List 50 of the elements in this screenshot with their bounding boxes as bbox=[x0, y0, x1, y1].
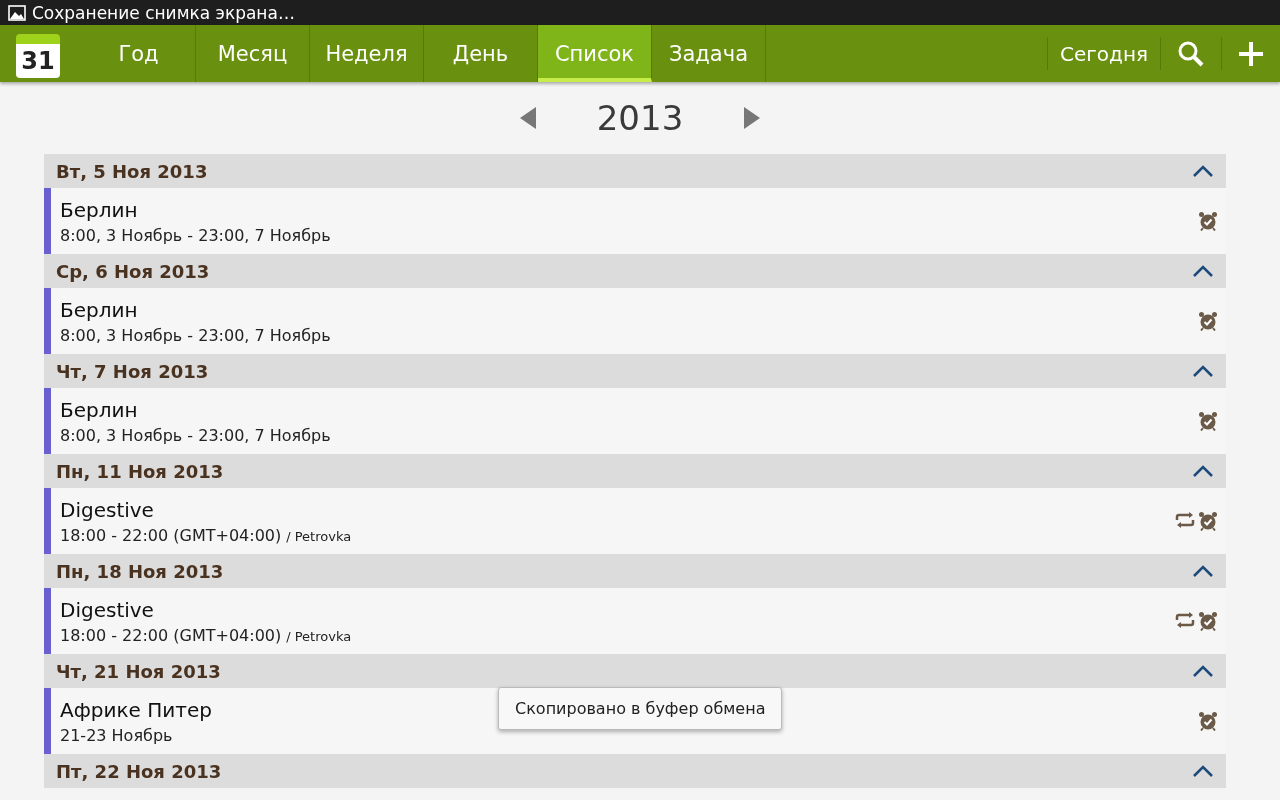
collapse-caret-icon[interactable] bbox=[1192, 564, 1214, 578]
date-header[interactable]: Чт, 7 Ноя 2013 bbox=[44, 354, 1226, 388]
previous-arrow-icon[interactable] bbox=[518, 106, 537, 130]
calendar-app-icon[interactable]: 31 bbox=[16, 34, 60, 78]
repeat-icon bbox=[1174, 511, 1196, 529]
collapse-caret-icon[interactable] bbox=[1192, 164, 1214, 178]
collapse-caret-icon[interactable] bbox=[1192, 264, 1214, 278]
alarm-clock-icon bbox=[1198, 311, 1218, 331]
date-header[interactable]: Ср, 6 Ноя 2013 bbox=[44, 254, 1226, 288]
alarm-clock-icon bbox=[1198, 511, 1218, 531]
event-time: 8:00, 3 Ноябрь - 23:00, 7 Ноябрь bbox=[60, 425, 331, 445]
date-header[interactable]: Пт, 22 Ноя 2013 bbox=[44, 754, 1226, 788]
image-icon bbox=[8, 4, 26, 21]
collapse-caret-icon[interactable] bbox=[1192, 364, 1214, 378]
view-tab[interactable]: Месяц bbox=[196, 25, 310, 82]
date-header[interactable]: Вт, 5 Ноя 2013 bbox=[44, 154, 1226, 188]
date-header[interactable]: Пн, 11 Ноя 2013 bbox=[44, 454, 1226, 488]
next-arrow-icon[interactable] bbox=[743, 106, 762, 130]
alarm-clock-icon bbox=[1198, 211, 1218, 231]
alarm-clock-icon bbox=[1198, 711, 1218, 731]
event-title: Африке Питер bbox=[60, 697, 212, 722]
event-title: Берлин bbox=[60, 197, 138, 222]
add-icon[interactable] bbox=[1238, 40, 1264, 67]
toast-message: Скопировано в буфер обмена bbox=[498, 687, 783, 730]
event-time: 21-23 Ноябрь bbox=[60, 725, 173, 745]
event-title: Digestive bbox=[60, 497, 154, 522]
event-time: 8:00, 3 Ноябрь - 23:00, 7 Ноябрь bbox=[60, 225, 331, 245]
collapse-caret-icon[interactable] bbox=[1192, 464, 1214, 478]
notification-text: Сохранение снимка экрана… bbox=[32, 2, 295, 23]
today-button[interactable]: Сегодня bbox=[1047, 37, 1160, 70]
event-location: / Petrovka bbox=[286, 528, 352, 544]
search-icon[interactable] bbox=[1177, 39, 1205, 68]
year-title: 2013 bbox=[596, 98, 684, 138]
view-tab[interactable]: Год bbox=[82, 25, 196, 82]
collapse-caret-icon[interactable] bbox=[1192, 664, 1214, 678]
event-title: Берлин bbox=[60, 397, 138, 422]
alarm-clock-icon bbox=[1198, 411, 1218, 431]
event-time: 8:00, 3 Ноябрь - 23:00, 7 Ноябрь bbox=[60, 325, 331, 345]
repeat-icon bbox=[1174, 611, 1196, 629]
event-time: 18:00 - 22:00 (GMT+04:00) bbox=[60, 525, 282, 545]
alarm-clock-icon bbox=[1198, 611, 1218, 631]
event-time: 18:00 - 22:00 (GMT+04:00) bbox=[60, 625, 282, 645]
view-tab[interactable]: Неделя bbox=[310, 25, 424, 82]
date-header[interactable]: Чт, 21 Ноя 2013 bbox=[44, 654, 1226, 688]
event-title: Берлин bbox=[60, 297, 138, 322]
date-header[interactable]: Пн, 18 Ноя 2013 bbox=[44, 554, 1226, 588]
collapse-caret-icon[interactable] bbox=[1192, 764, 1214, 778]
event-location: / Petrovka bbox=[286, 628, 352, 644]
view-tab[interactable]: Задача bbox=[652, 25, 766, 82]
event-title: Digestive bbox=[60, 597, 154, 622]
